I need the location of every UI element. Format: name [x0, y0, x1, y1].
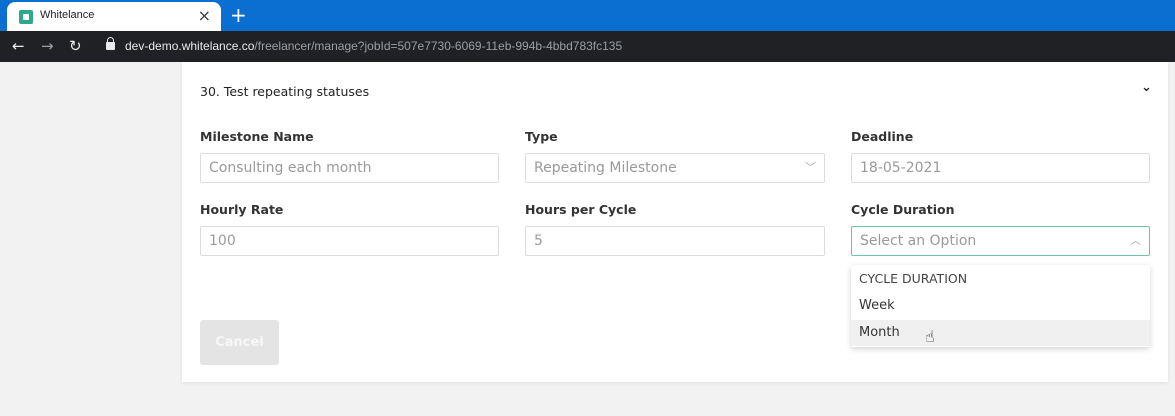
browser-tab-bar: Whitelance × + [0, 0, 1175, 31]
hand-pointer-icon: ☝ [925, 327, 935, 346]
hours-per-cycle-input[interactable]: 5 [525, 226, 825, 256]
hourly-rate-label: Hourly Rate [200, 202, 284, 217]
deadline-label: Deadline [851, 129, 914, 144]
chevron-down-icon[interactable]: ⌄ [1141, 80, 1152, 95]
address-bar[interactable]: dev-demo.whitelance.co/freelancer/manage… [125, 39, 622, 53]
tab-title: Whitelance [40, 9, 95, 21]
type-label: Type [525, 129, 558, 144]
url-path: /freelancer/manage?jobId=507e7730-6069-1… [254, 39, 623, 53]
url-domain: dev-demo.whitelance.co [125, 39, 255, 53]
hourly-rate-input[interactable]: 100 [200, 226, 499, 256]
lock-icon[interactable] [106, 37, 115, 50]
milestone-name-input[interactable]: Consulting each month [200, 153, 499, 183]
deadline-input[interactable]: 18-05-2021 [851, 153, 1150, 183]
chevron-down-icon: ﹀ [805, 161, 816, 174]
cycle-duration-placeholder: Select an Option [860, 233, 977, 249]
milestone-name-label: Milestone Name [200, 129, 314, 144]
whitelance-favicon-icon [19, 10, 33, 24]
type-select-value: Repeating Milestone [534, 160, 677, 176]
forward-arrow-icon[interactable]: → [41, 37, 54, 55]
dropdown-option-month[interactable]: Month [851, 320, 1150, 346]
hours-per-cycle-label: Hours per Cycle [525, 202, 637, 217]
browser-tab[interactable]: Whitelance × [7, 2, 221, 31]
new-tab-icon[interactable]: + [230, 3, 247, 27]
reload-icon[interactable]: ↻ [69, 37, 82, 55]
browser-toolbar: ← → ↻ dev-demo.whitelance.co/freelancer/… [0, 31, 1175, 62]
back-arrow-icon[interactable]: ← [12, 37, 25, 55]
dropdown-group-header: CYCLE DURATION [859, 271, 968, 286]
type-select[interactable]: Repeating Milestone ﹀ [525, 153, 825, 183]
chevron-up-icon: ︿ [1130, 234, 1141, 247]
cancel-button[interactable]: Cancel [200, 320, 279, 365]
cycle-duration-dropdown: CYCLE DURATION Week Month [851, 265, 1150, 347]
close-tab-icon[interactable]: × [198, 6, 211, 26]
milestone-title: 30. Test repeating statuses [200, 84, 370, 99]
dropdown-option-week[interactable]: Week [851, 293, 1150, 319]
cycle-duration-label: Cycle Duration [851, 202, 955, 217]
cycle-duration-select[interactable]: Select an Option ︿ [851, 226, 1150, 256]
